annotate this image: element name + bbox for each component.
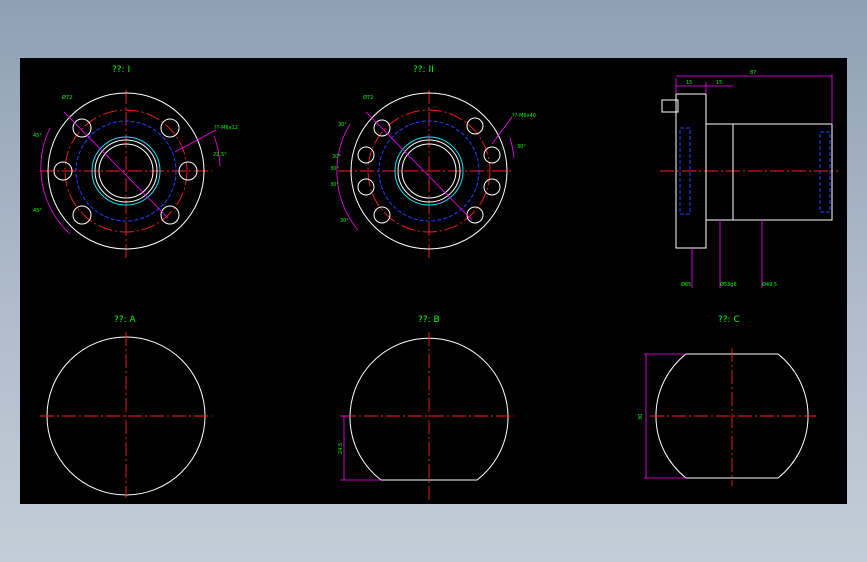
view-2-bolt-hole xyxy=(357,146,375,164)
view-2-angle-5: 30° xyxy=(330,166,339,172)
side-view: 87 15 15 Ø85 Ø53g6 Ø49.5 xyxy=(660,70,838,288)
view-2-bolt-hole xyxy=(466,206,484,224)
view-2-angle-2: 30° xyxy=(332,154,341,160)
view-2-angle-1: 30° xyxy=(338,122,347,128)
view-1-angle-arc-right xyxy=(213,135,221,167)
view-1-hole-leader xyxy=(174,129,217,153)
view-2-angle-3: 30° xyxy=(330,182,339,188)
view-c-title: ??: C xyxy=(718,315,740,325)
side-view-total-label: 87 xyxy=(750,70,756,76)
view-1-angle-3: 22.5° xyxy=(213,152,227,158)
view-2-angle-4: 30° xyxy=(340,218,349,224)
side-view-d1: Ø85 xyxy=(681,281,691,288)
view-1-bolt-hole xyxy=(160,118,180,138)
view-1-diameter-label: Ø72 xyxy=(62,94,72,101)
view-2-bolt-hole xyxy=(483,146,501,164)
view-2-diameter-label: Ø72 xyxy=(363,94,373,101)
view-1-angle-1: 45° xyxy=(33,133,42,139)
view-2-hole-note: ??-M6x40 xyxy=(512,113,536,119)
view-1-bolt-hole xyxy=(72,205,92,225)
view-b-height-label: 24.5 xyxy=(338,443,344,454)
cad-drawing-sheet: ??: I Ø72 ??-M6x12 45° 45° 22.5° ??: II xyxy=(20,58,847,504)
view-1-hole-note: ??-M6x12 xyxy=(214,125,238,131)
view-1-bolt-hole xyxy=(160,205,180,225)
side-view-hidden-end xyxy=(819,131,831,213)
view-1-bore xyxy=(94,139,158,203)
view-b: ??: B 24.5 xyxy=(338,315,514,500)
view-c: ??: C 30 xyxy=(638,315,816,486)
view-1-title: ??: I xyxy=(112,65,130,75)
side-view-d3: Ø49.5 xyxy=(762,281,777,288)
view-2-bolt-hole xyxy=(483,178,501,196)
view-2-angle-arc xyxy=(336,123,359,231)
view-2-angle-6: 30° xyxy=(517,144,526,150)
view-2-angle-arc-right xyxy=(509,137,515,159)
view-1: ??: I Ø72 ??-M6x12 45° 45° 22.5° xyxy=(33,65,238,258)
view-c-width-label: 30 xyxy=(638,414,644,420)
view-1-angle-2: 45° xyxy=(33,208,42,214)
view-2-hole-leader xyxy=(491,116,513,145)
view-a: ??: A xyxy=(40,315,212,498)
view-1-bolt-hole xyxy=(72,118,92,138)
view-b-title: ??: B xyxy=(418,315,440,325)
view-2: ??: II Ø72 ??-M6x40 30° 30° 30° 30° 30° … xyxy=(330,65,536,258)
side-view-offset-label: 15 xyxy=(716,80,722,86)
view-2-bolt-hole xyxy=(357,178,375,196)
view-a-title: ??: A xyxy=(114,315,136,325)
side-view-d2: Ø53g6 xyxy=(720,281,737,288)
side-view-flange-label: 15 xyxy=(686,80,692,86)
view-2-title: ??: II xyxy=(413,65,434,75)
side-view-body xyxy=(705,123,833,221)
drawing-canvas: ??: I Ø72 ??-M6x12 45° 45° 22.5° ??: II xyxy=(33,65,838,500)
